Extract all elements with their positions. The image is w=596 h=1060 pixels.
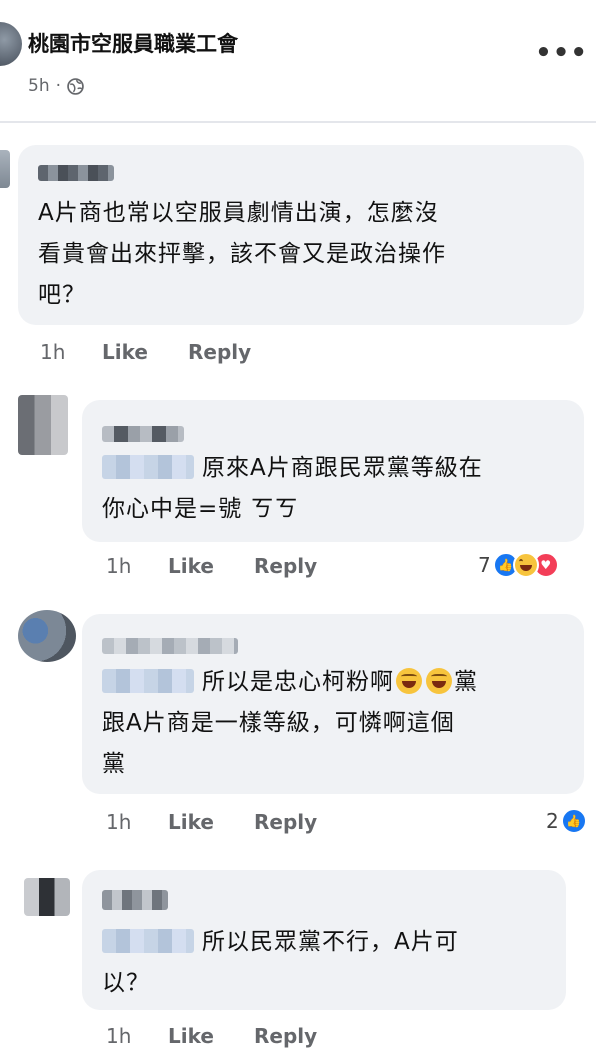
comment-time[interactable]: 1h: [106, 554, 168, 578]
laughing-emoji-icon: [396, 668, 422, 694]
reply-button[interactable]: Reply: [188, 340, 251, 364]
reply-bubble: 原來A片商跟民眾黨等級在 你心中是=號 ㄎㄎ: [82, 400, 584, 542]
comment-actions: 1h Like Reply: [106, 1024, 317, 1048]
like-button[interactable]: Like: [168, 554, 254, 578]
laughing-emoji-icon: [426, 668, 452, 694]
header-divider: [0, 121, 596, 123]
commenter-name[interactable]: [102, 426, 184, 442]
globe-icon: [67, 77, 84, 95]
commenter-name[interactable]: [102, 890, 168, 910]
page-name[interactable]: 桃園市空服員職業工會: [28, 28, 238, 58]
reply-bubble: 所以是忠心柯粉啊黨 跟A片商是一樣等級，可憐啊這個 黨: [82, 614, 584, 794]
like-button[interactable]: Like: [102, 340, 188, 364]
comment-text: 所以是忠心柯粉啊黨 跟A片商是一樣等級，可憐啊這個 黨: [102, 668, 478, 777]
reply-avatar[interactable]: [18, 395, 68, 455]
like-button[interactable]: Like: [168, 810, 254, 834]
commenter-name[interactable]: [38, 165, 114, 181]
comment-avatar[interactable]: [0, 150, 10, 188]
reaction-summary[interactable]: 7 👍 ♥: [478, 552, 559, 578]
comment-bubble: A片商也常以空服員劇情出演，怎麼沒 看貴會出來抨擊，該不會又是政治操作 吧？: [18, 145, 584, 325]
meta-separator: ·: [55, 76, 61, 96]
reply-avatar[interactable]: [18, 610, 76, 662]
more-options-icon[interactable]: •••: [535, 40, 588, 66]
reply-bubble: 所以民眾黨不行，A片可 以？: [82, 870, 566, 1010]
mention-tag[interactable]: [102, 669, 194, 693]
comment-text: A片商也常以空服員劇情出演，怎麼沒 看貴會出來抨擊，該不會又是政治操作 吧？: [38, 200, 446, 308]
page-avatar[interactable]: [0, 22, 22, 66]
post-time[interactable]: 5h: [28, 76, 50, 96]
post-meta: 5h ·: [28, 76, 84, 96]
reply-button[interactable]: Reply: [254, 554, 317, 578]
like-reaction-icon: 👍: [560, 808, 587, 834]
comment-text: 所以民眾黨不行，A片可 以？: [102, 929, 459, 996]
reaction-count: 7: [478, 553, 491, 577]
like-button[interactable]: Like: [168, 1024, 254, 1048]
reply-button[interactable]: Reply: [254, 810, 317, 834]
reply-avatar[interactable]: [24, 878, 70, 916]
reply-button[interactable]: Reply: [254, 1024, 317, 1048]
haha-reaction-icon: [512, 552, 539, 578]
comment-time[interactable]: 1h: [106, 1024, 168, 1048]
mention-tag[interactable]: [102, 929, 194, 953]
comment-actions: 1h Like Reply: [106, 810, 317, 834]
reaction-count: 2: [546, 809, 559, 833]
comment-time[interactable]: 1h: [40, 340, 102, 364]
mention-tag[interactable]: [102, 455, 194, 479]
commenter-name[interactable]: [102, 638, 238, 654]
comment-actions: 1h Like Reply: [106, 554, 317, 578]
comment-actions: 1h Like Reply: [40, 340, 251, 364]
comment-time[interactable]: 1h: [106, 810, 168, 834]
reaction-summary[interactable]: 2 👍: [546, 808, 587, 834]
comment-text: 原來A片商跟民眾黨等級在 你心中是=號 ㄎㄎ: [102, 455, 483, 522]
